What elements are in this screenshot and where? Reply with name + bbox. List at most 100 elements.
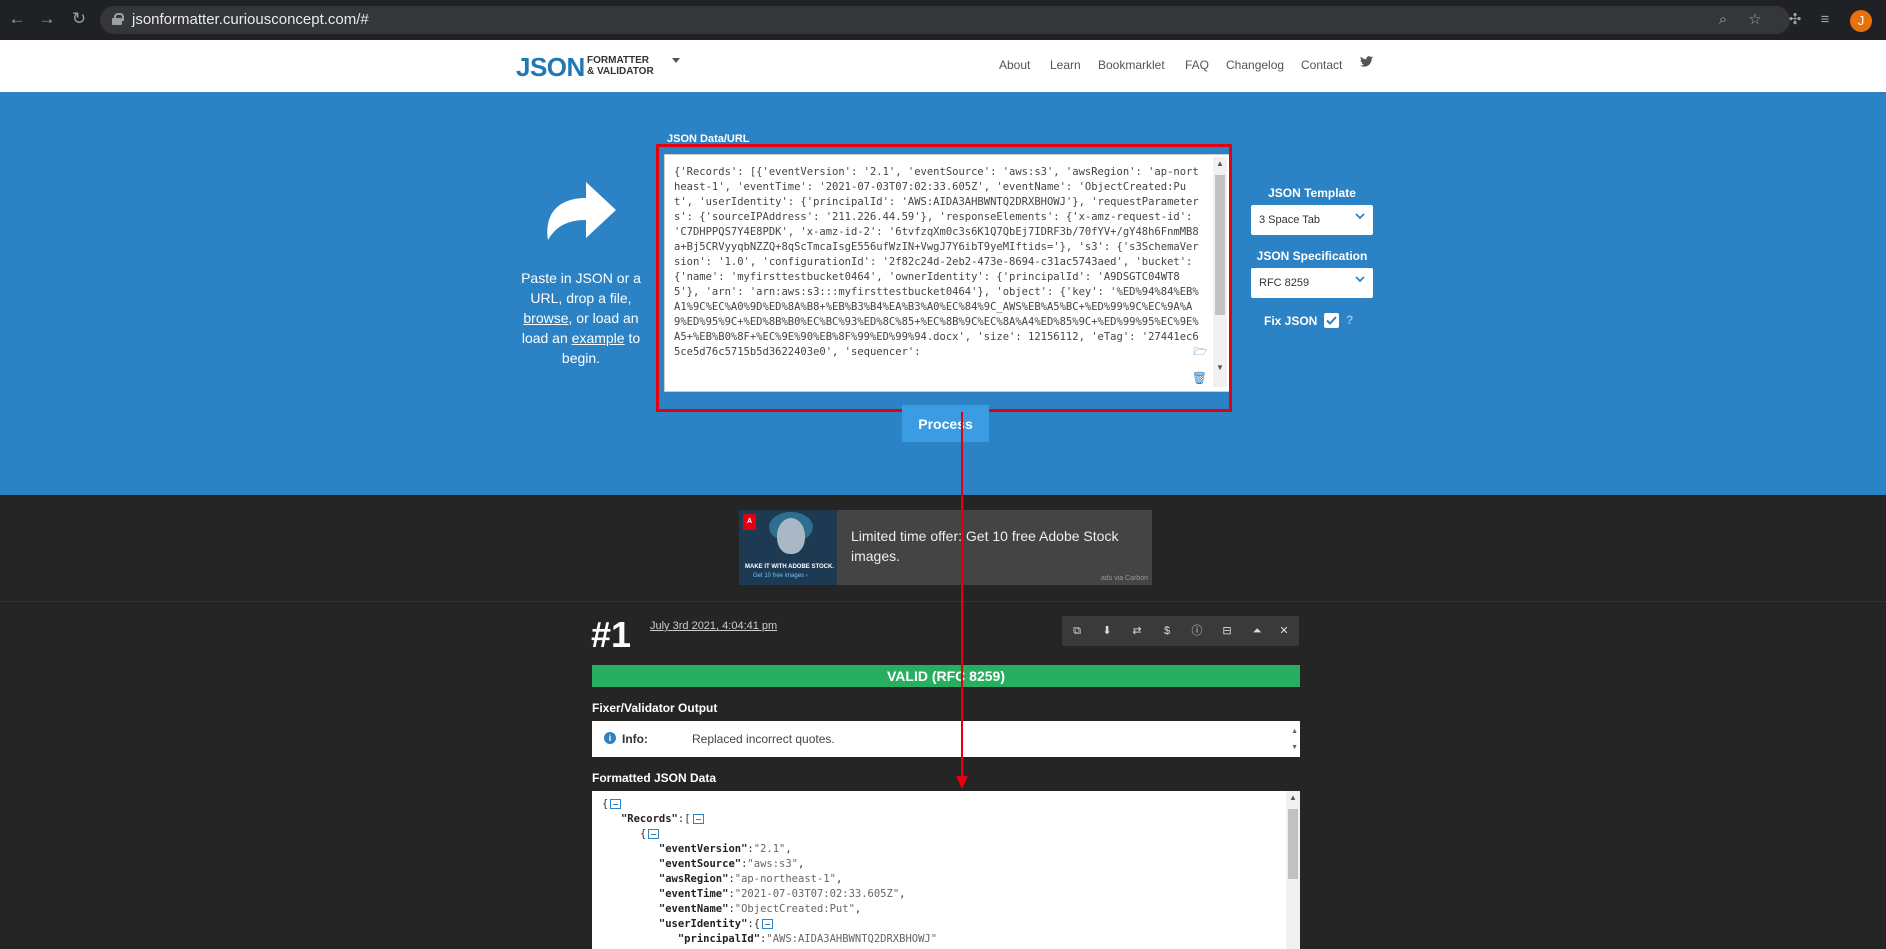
scrollbar-thumb[interactable] — [1288, 809, 1298, 879]
ad-image[interactable]: A MAKE IT WITH ADOBE STOCK. Get 10 free … — [739, 510, 837, 585]
formatted-json-title: Formatted JSON Data — [592, 771, 717, 785]
json-line: "userIdentity":{ — [602, 917, 937, 932]
result-number: #1 — [591, 614, 632, 655]
adobe-logo-icon: A — [743, 514, 756, 530]
scroll-up-icon[interactable]: ▲ — [1216, 159, 1224, 168]
logo-subtitle[interactable]: FORMATTER & VALIDATOR — [587, 55, 654, 77]
nav-about[interactable]: About — [999, 58, 1030, 72]
address-bar-url[interactable]: jsonformatter.curiousconcept.com/# — [132, 11, 369, 28]
logo-subtitle-line2: & VALIDATOR — [587, 66, 654, 77]
json-data-label: JSON Data/URL — [667, 133, 750, 145]
collapse-toggle-icon[interactable] — [762, 919, 774, 929]
ad-image-caption: MAKE IT WITH ADOBE STOCK. — [745, 564, 834, 570]
collapse-toggle-icon[interactable] — [648, 829, 660, 839]
json-line: "principalId":"AWS:AIDA3AHBWNTQ2DRXBHOWJ… — [677, 933, 938, 945]
browse-link[interactable]: browse — [523, 310, 568, 326]
info-icon: i — [604, 732, 616, 744]
validation-status-badge: VALID (RFC 8259) — [592, 665, 1300, 687]
trash-icon[interactable]: 🗑 — [1192, 371, 1207, 385]
textarea-scrollbar[interactable]: ▲ ▼ — [1213, 157, 1227, 387]
section-divider — [0, 601, 1886, 602]
bookmark-star-icon[interactable]: ☆ — [1746, 11, 1764, 29]
scrollbar-thumb[interactable] — [1215, 175, 1225, 315]
chevron-down-icon — [1355, 213, 1365, 220]
swap-icon[interactable]: ⇄ — [1129, 623, 1145, 639]
ad-image-cta: Get 10 free images › — [753, 573, 808, 579]
fix-json-label: Fix JSON — [1264, 314, 1318, 328]
help-icon[interactable]: ? — [1346, 313, 1353, 327]
json-line: { — [602, 797, 937, 812]
zoom-icon[interactable]: ⌕ — [1714, 11, 1732, 29]
json-input-textarea[interactable]: {'Records': [{'eventVersion': '2.1', 'ev… — [664, 154, 1230, 392]
copy-icon[interactable]: ⧉ — [1069, 623, 1085, 639]
dollar-icon[interactable]: $ — [1159, 623, 1175, 639]
json-line: "Records":[ — [602, 812, 937, 827]
json-spec-value: RFC 8259 — [1259, 277, 1310, 289]
folder-icon[interactable]: 🗁 — [1193, 343, 1207, 362]
curved-arrow-icon — [547, 182, 616, 240]
paste-instructions: Paste in JSON or a URL, drop a file, bro… — [516, 268, 646, 368]
json-spec-select[interactable]: RFC 8259 — [1251, 268, 1373, 298]
info-message: Replaced incorrect quotes. — [692, 732, 835, 746]
lock-icon — [112, 13, 124, 25]
nav-changelog[interactable]: Changelog — [1226, 58, 1284, 72]
profile-avatar[interactable]: J — [1850, 10, 1872, 32]
json-line: "eventTime":"2021-07-03T07:02:33.605Z", — [658, 888, 906, 900]
info-circle-icon[interactable]: ⓘ — [1189, 623, 1205, 639]
validator-output-title: Fixer/Validator Output — [592, 701, 718, 715]
validator-output-box: i Info: Replaced incorrect quotes. ▲ ▼ — [592, 721, 1300, 757]
forward-arrow-icon[interactable]: → — [38, 10, 56, 28]
scroll-down-icon[interactable]: ▼ — [1216, 363, 1224, 372]
collapse-toggle-icon[interactable] — [692, 814, 704, 824]
reload-icon[interactable]: ↻ — [70, 10, 88, 28]
ad-image-face — [777, 518, 805, 554]
paste-line3: browse, or load an — [516, 308, 646, 328]
json-line: { — [602, 827, 937, 842]
site-header: JSON FORMATTER & VALIDATOR About Learn B… — [0, 40, 1886, 92]
json-template-select[interactable]: 3 Space Tab — [1251, 205, 1373, 235]
collapse-toggle-icon[interactable] — [610, 799, 622, 809]
nav-learn[interactable]: Learn — [1050, 58, 1081, 72]
logo-dropdown-caret-icon[interactable] — [672, 58, 680, 63]
ad-text[interactable]: Limited time offer: Get 10 free Adobe St… — [851, 526, 1131, 566]
download-icon[interactable]: ⬇ — [1099, 623, 1115, 639]
scroll-up-icon[interactable]: ▲ — [1289, 793, 1297, 802]
browser-toolbar: ← → ↻ jsonformatter.curiousconcept.com/#… — [0, 0, 1886, 40]
paste-line4: load an example to begin. — [521, 330, 641, 366]
paste-line2: URL, drop a file, — [530, 290, 632, 306]
collapse-icon[interactable]: ⊟ — [1219, 623, 1235, 639]
json-template-label: JSON Template — [1268, 186, 1356, 200]
logo-subtitle-line1: FORMATTER — [587, 55, 650, 66]
paste-line1: Paste in JSON or a — [521, 270, 641, 286]
media-icon[interactable]: ≡ — [1816, 11, 1834, 29]
formatted-json-lines: { "Records":[ { "eventVersion":"2.1", "e… — [602, 797, 937, 947]
nav-bookmarklet[interactable]: Bookmarklet — [1098, 58, 1165, 72]
process-button[interactable]: Process — [902, 405, 989, 442]
json-line: "eventName":"ObjectCreated:Put", — [658, 903, 862, 915]
json-input-value[interactable]: {'Records': [{'eventVersion': '2.1', 'ev… — [674, 165, 1204, 387]
json-spec-label: JSON Specification — [1256, 249, 1368, 263]
ad-via-carbon[interactable]: ads via Carbon — [1101, 575, 1148, 582]
formatted-json-scrollbar[interactable]: ▲ — [1286, 791, 1300, 949]
json-line: "awsRegion":"ap-northeast-1", — [658, 873, 843, 885]
result-timestamp[interactable]: July 3rd 2021, 4:04:41 pm — [650, 620, 777, 632]
logo-json[interactable]: JSON — [516, 52, 585, 83]
extensions-icon[interactable]: ✣ — [1786, 11, 1804, 29]
nav-faq[interactable]: FAQ — [1185, 58, 1209, 72]
fix-json-checkbox[interactable] — [1324, 313, 1339, 328]
json-line: "eventVersion":"2.1", — [658, 843, 792, 855]
paste-line3-rest: , or load an — [568, 310, 639, 326]
json-template-value: 3 Space Tab — [1259, 214, 1320, 226]
expand-icon[interactable]: ⏶ — [1249, 623, 1265, 639]
back-arrow-icon[interactable]: ← — [8, 10, 26, 28]
info-label: Info: — [622, 732, 648, 746]
twitter-icon[interactable] — [1360, 56, 1373, 67]
nav-contact[interactable]: Contact — [1301, 58, 1342, 72]
example-link[interactable]: example — [572, 330, 625, 346]
output-scrollbar[interactable]: ▲ ▼ — [1291, 724, 1298, 756]
json-line: "eventSource":"aws:s3", — [658, 858, 805, 870]
close-icon[interactable]: ✕ — [1276, 623, 1292, 639]
chevron-down-icon — [1355, 276, 1365, 283]
carbon-ad[interactable]: A MAKE IT WITH ADOBE STOCK. Get 10 free … — [739, 510, 1152, 585]
result-toolbar: ⧉ ⬇ ⇄ $ ⓘ ⊟ ⏶ ✕ — [1062, 616, 1299, 646]
